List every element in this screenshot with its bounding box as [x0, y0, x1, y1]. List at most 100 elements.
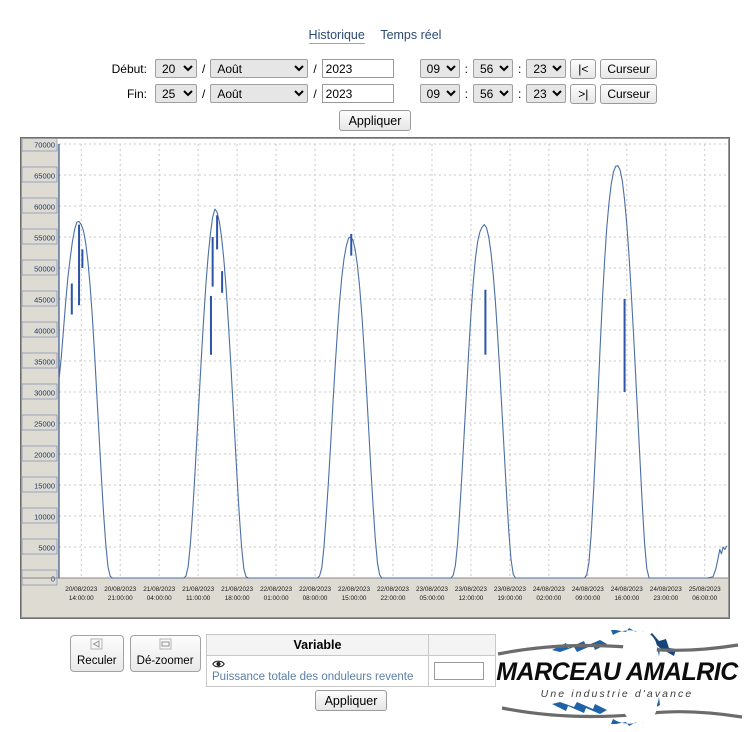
app-page: Historique Temps réel Début: 20 / Août /… [0, 0, 750, 732]
svg-text:40000: 40000 [34, 327, 55, 336]
svg-text:15000: 15000 [34, 482, 55, 491]
table-row: Puissance totale des onduleurs revente [207, 656, 496, 687]
variable-column-header: Variable [207, 635, 429, 656]
svg-text:14:00:00: 14:00:00 [69, 595, 94, 602]
tab-temps-reel[interactable]: Temps réel [380, 28, 441, 42]
company-logo: MARCEAU AMALRIC Une industrie d'avance [488, 628, 746, 726]
svg-text:0: 0 [51, 575, 55, 584]
svg-text:21:00:00: 21:00:00 [108, 595, 133, 602]
svg-text:09:00:00: 09:00:00 [575, 595, 600, 602]
end-label: Fin: [93, 87, 151, 101]
variable-value-cell [429, 656, 496, 687]
svg-text:11:00:00: 11:00:00 [186, 595, 211, 602]
end-second-select[interactable]: 23 [526, 84, 566, 103]
svg-text:20/08/2023: 20/08/2023 [104, 586, 136, 593]
chart-container[interactable]: 0 5000 10000 15000 20000 25000 30000 35000 40000… [20, 137, 730, 619]
start-cursor-button[interactable]: Curseur [600, 59, 657, 79]
start-jump-button[interactable]: |< [570, 59, 596, 79]
svg-text:10000: 10000 [34, 513, 55, 522]
start-day-select[interactable]: 20 [155, 59, 197, 78]
end-month-select[interactable]: Août [210, 84, 308, 103]
end-hour-select[interactable]: 09 [420, 84, 460, 103]
variable-table: Variable Puissance totale des onduleurs … [206, 634, 496, 687]
end-year-input[interactable] [322, 84, 394, 103]
svg-text:50000: 50000 [34, 265, 55, 274]
svg-text:20000: 20000 [34, 451, 55, 460]
svg-text:22:00:00: 22:00:00 [381, 595, 406, 602]
start-second-select[interactable]: 23 [526, 59, 566, 78]
svg-text:22/08/2023: 22/08/2023 [299, 586, 331, 593]
rectangle-icon [157, 638, 174, 655]
svg-text:22/08/2023: 22/08/2023 [338, 586, 370, 593]
svg-text:23:00:00: 23:00:00 [653, 595, 678, 602]
start-row: Début: 20 / Août / 09 : 56 : 23 |< Curse [0, 56, 750, 81]
back-button[interactable]: Reculer [70, 635, 124, 672]
separator-colon: : [517, 87, 522, 101]
end-row: Fin: 25 / Août / 09 : 56 : 23 >| Curseur [0, 81, 750, 106]
date-range-form: Début: 20 / Août / 09 : 56 : 23 |< Curse [0, 56, 750, 131]
svg-text:21/08/2023: 21/08/2023 [221, 586, 253, 593]
end-cursor-button[interactable]: Curseur [600, 84, 657, 104]
svg-text:05:00:00: 05:00:00 [420, 595, 445, 602]
variable-value-input[interactable] [434, 662, 484, 680]
svg-text:60000: 60000 [34, 203, 55, 212]
svg-text:35000: 35000 [34, 358, 55, 367]
separator-slash: / [312, 62, 317, 76]
svg-text:65000: 65000 [34, 172, 55, 181]
zoomout-button-label: Dé-zoomer [137, 655, 194, 668]
value-column-header [429, 635, 496, 656]
svg-text:02:00:00: 02:00:00 [536, 595, 561, 602]
svg-text:18:00:00: 18:00:00 [225, 595, 250, 602]
svg-text:21/08/2023: 21/08/2023 [182, 586, 214, 593]
svg-text:23/08/2023: 23/08/2023 [494, 586, 526, 593]
start-hour-select[interactable]: 09 [420, 59, 460, 78]
svg-text:30000: 30000 [34, 389, 55, 398]
start-year-input[interactable] [322, 59, 394, 78]
svg-text:22/08/2023: 22/08/2023 [260, 586, 292, 593]
start-minute-select[interactable]: 56 [473, 59, 513, 78]
svg-text:24/08/2023: 24/08/2023 [611, 586, 643, 593]
svg-text:25000: 25000 [34, 420, 55, 429]
svg-text:70000: 70000 [34, 141, 55, 150]
back-button-label: Reculer [77, 655, 117, 668]
svg-text:21/08/2023: 21/08/2023 [143, 586, 175, 593]
apply-bottom-button[interactable]: Appliquer [315, 690, 388, 711]
variable-name: Puissance totale des onduleurs revente [212, 671, 413, 683]
svg-text:25/08/2023: 25/08/2023 [689, 586, 721, 593]
separator-slash: / [312, 87, 317, 101]
eye-icon[interactable] [212, 659, 225, 671]
logo-tagline: Une industrie d'avance [488, 688, 746, 700]
svg-text:01:00:00: 01:00:00 [264, 595, 289, 602]
separator-colon: : [464, 87, 469, 101]
svg-text:5000: 5000 [38, 544, 55, 553]
svg-text:23/08/2023: 23/08/2023 [455, 586, 487, 593]
apply-bottom-wrap: Appliquer [206, 690, 496, 711]
svg-text:06:00:00: 06:00:00 [692, 595, 717, 602]
svg-text:12:00:00: 12:00:00 [458, 595, 483, 602]
svg-text:04:00:00: 04:00:00 [147, 595, 172, 602]
apply-top-wrap: Appliquer [0, 110, 750, 131]
zoomout-button[interactable]: Dé-zoomer [130, 635, 201, 672]
svg-text:19:00:00: 19:00:00 [497, 595, 522, 602]
separator-slash: / [201, 62, 206, 76]
start-month-select[interactable]: Août [210, 59, 308, 78]
svg-text:24/08/2023: 24/08/2023 [533, 586, 565, 593]
svg-text:22/08/2023: 22/08/2023 [377, 586, 409, 593]
end-jump-button[interactable]: >| [570, 84, 596, 104]
separator-colon: : [517, 62, 522, 76]
apply-top-button[interactable]: Appliquer [339, 110, 412, 131]
svg-text:16:00:00: 16:00:00 [614, 595, 639, 602]
table-header-row: Variable [207, 635, 496, 656]
logo-title: MARCEAU AMALRIC [488, 658, 746, 687]
svg-text:15:00:00: 15:00:00 [342, 595, 367, 602]
svg-text:24/08/2023: 24/08/2023 [572, 586, 604, 593]
tab-historique[interactable]: Historique [309, 28, 365, 44]
svg-text:45000: 45000 [34, 296, 55, 305]
svg-text:23/08/2023: 23/08/2023 [416, 586, 448, 593]
chart-tool-buttons: Reculer Dé-zoomer [70, 635, 201, 672]
separator-colon: : [464, 62, 469, 76]
variable-name-cell[interactable]: Puissance totale des onduleurs revente [207, 656, 429, 687]
end-minute-select[interactable]: 56 [473, 84, 513, 103]
separator-slash: / [201, 87, 206, 101]
end-day-select[interactable]: 25 [155, 84, 197, 103]
